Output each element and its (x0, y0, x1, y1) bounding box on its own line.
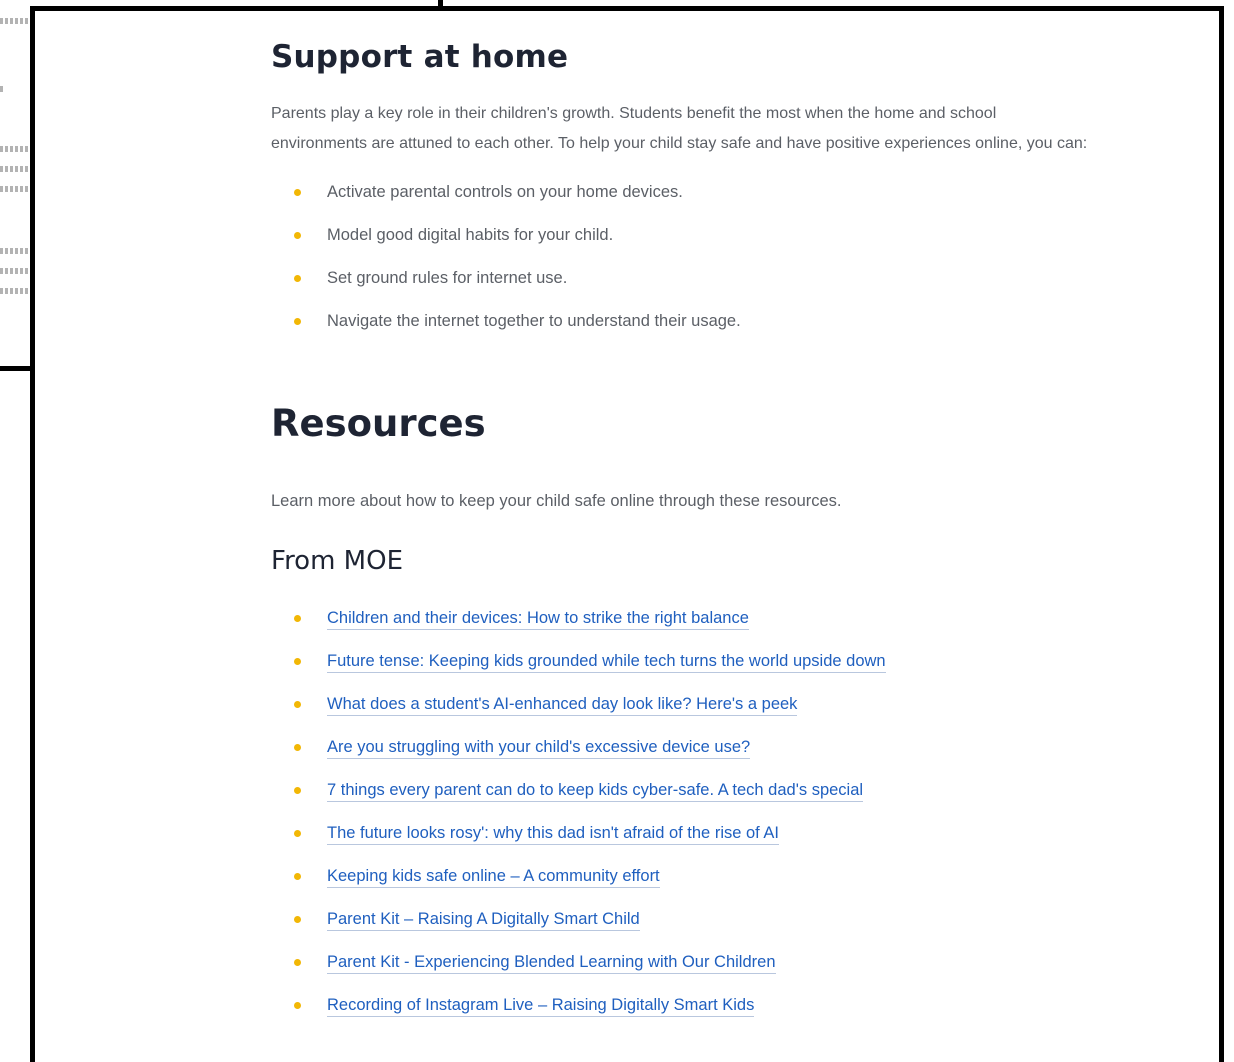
background-text-fragment (0, 288, 30, 294)
resources-heading: Resources (271, 402, 486, 445)
support-intro: Parents play a key role in their childre… (271, 105, 1088, 152)
list-item: Keeping kids safe online – A community e… (271, 855, 1101, 898)
resource-link[interactable]: Are you struggling with your child's exc… (327, 738, 751, 759)
background-text-fragment (0, 18, 30, 24)
bullet-icon (294, 615, 301, 622)
bullet-icon (294, 232, 301, 239)
support-tips-list: Activate parental controls on your home … (271, 171, 1101, 343)
background-text-fragment (0, 86, 4, 92)
list-item: Navigate the internet together to unders… (271, 300, 1101, 343)
bullet-icon (294, 1002, 301, 1009)
resource-link[interactable]: 7 things every parent can do to keep kid… (327, 781, 864, 802)
resource-link[interactable]: Future tense: Keeping kids grounded whil… (327, 652, 886, 673)
background-text-fragment (0, 186, 30, 192)
resource-link[interactable]: Parent Kit - Experiencing Blended Learni… (327, 953, 776, 974)
list-item: Children and their devices: How to strik… (271, 597, 1101, 640)
bullet-icon (294, 916, 301, 923)
background-text-fragment (0, 248, 30, 254)
resource-link[interactable]: What does a student's AI-enhanced day lo… (327, 695, 798, 716)
tip-text: Model good digital habits for your child… (327, 226, 614, 244)
background-page-fragment (0, 0, 34, 370)
resource-link[interactable]: Children and their devices: How to strik… (327, 609, 749, 630)
list-item: Are you struggling with your child's exc… (271, 726, 1101, 769)
list-item: Set ground rules for internet use. (271, 257, 1101, 300)
list-item: What does a student's AI-enhanced day lo… (271, 683, 1101, 726)
zoomed-content-panel: Support at home Parents play a key role … (30, 6, 1224, 1062)
list-item: Recording of Instagram Live – Raising Di… (271, 984, 1101, 1027)
list-item: Future tense: Keeping kids grounded whil… (271, 640, 1101, 683)
main-content: Support at home Parents play a key role … (271, 35, 1101, 1027)
background-text-fragment (0, 146, 30, 152)
resource-link[interactable]: Parent Kit – Raising A Digitally Smart C… (327, 910, 640, 931)
resource-link[interactable]: Recording of Instagram Live – Raising Di… (327, 996, 755, 1017)
moe-resource-links: Children and their devices: How to strik… (271, 597, 1101, 1027)
tip-text: Navigate the internet together to unders… (327, 312, 741, 330)
bullet-icon (294, 318, 301, 325)
bullet-icon (294, 830, 301, 837)
bullet-icon (294, 959, 301, 966)
list-item: The future looks rosy': why this dad isn… (271, 812, 1101, 855)
bullet-icon (294, 744, 301, 751)
tip-text: Set ground rules for internet use. (327, 269, 568, 287)
bullet-icon (294, 275, 301, 282)
resources-intro: Learn more about how to keep your child … (271, 492, 842, 510)
background-text-fragment (0, 166, 30, 172)
tip-text: Activate parental controls on your home … (327, 183, 683, 201)
background-text-fragment (0, 268, 30, 274)
from-moe-heading: From MOE (271, 546, 404, 576)
resource-link[interactable]: The future looks rosy': why this dad isn… (327, 824, 780, 845)
list-item: Parent Kit - Experiencing Blended Learni… (271, 941, 1101, 984)
screenshot-canvas: Support at home Parents play a key role … (0, 0, 1234, 1062)
resource-link[interactable]: Keeping kids safe online – A community e… (327, 867, 660, 888)
bullet-icon (294, 701, 301, 708)
support-heading: Support at home (271, 39, 569, 75)
bullet-icon (294, 189, 301, 196)
list-item: Model good digital habits for your child… (271, 214, 1101, 257)
bullet-icon (294, 658, 301, 665)
list-item: Activate parental controls on your home … (271, 171, 1101, 214)
bullet-icon (294, 787, 301, 794)
list-item: 7 things every parent can do to keep kid… (271, 769, 1101, 812)
list-item: Parent Kit – Raising A Digitally Smart C… (271, 898, 1101, 941)
bullet-icon (294, 873, 301, 880)
